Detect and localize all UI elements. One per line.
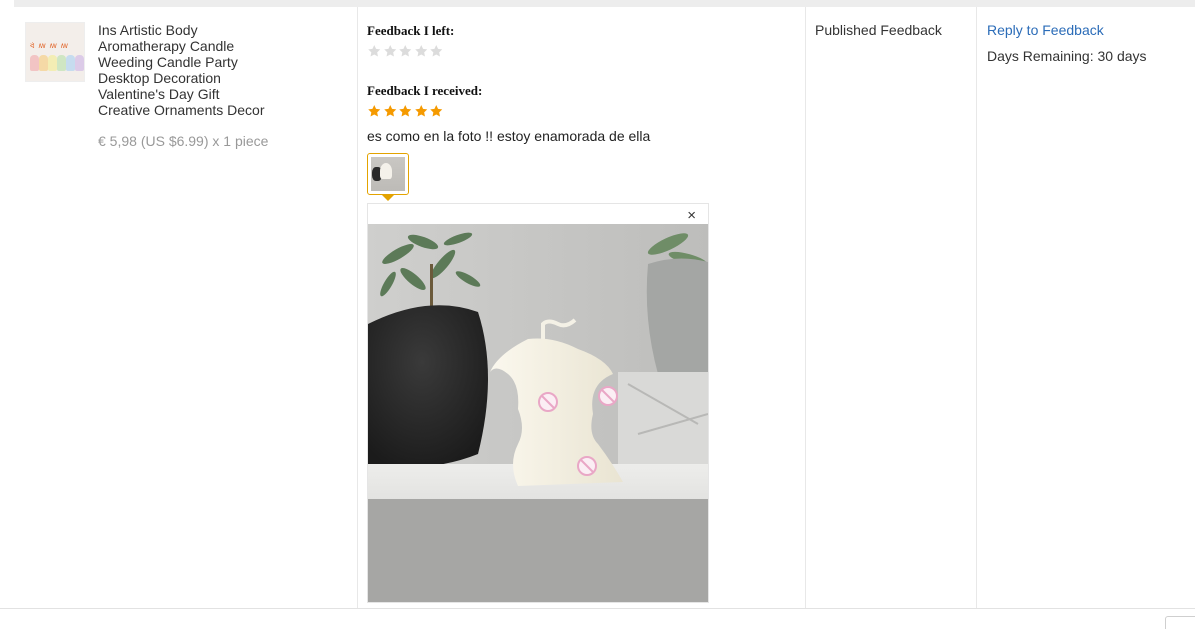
star-filled-icon	[398, 104, 413, 118]
customer-photo-image	[368, 224, 708, 602]
reply-to-feedback-link[interactable]: Reply to Feedback	[987, 22, 1104, 38]
feedback-received-rating	[367, 104, 444, 118]
feedback-left-rating	[367, 44, 444, 58]
feedback-order-row: ᐛ ꟿ ꟿ ꟿ Ins Artistic Body Aromatherapy C…	[0, 7, 1195, 608]
product-title-line: Creative Ornaments Decor	[98, 102, 265, 118]
close-icon[interactable]: ×	[687, 208, 696, 224]
product-title-line: Weeding Candle Party	[98, 54, 238, 70]
feedback-left-label: Feedback I left:	[367, 23, 455, 38]
feedback-status: Published Feedback	[815, 22, 942, 38]
column-divider	[976, 7, 977, 608]
star-empty-icon	[429, 44, 444, 58]
star-empty-icon	[414, 44, 429, 58]
product-thumbnail[interactable]: ᐛ ꟿ ꟿ ꟿ	[25, 22, 85, 82]
selected-thumbnail-pointer	[381, 194, 395, 201]
days-remaining: Days Remaining: 30 days	[987, 48, 1147, 64]
star-empty-icon	[367, 44, 382, 58]
feedback-comment: es como en la foto !! estoy enamorada de…	[367, 128, 651, 144]
feedback-photo-thumbnail[interactable]	[367, 153, 409, 195]
product-title-line: Valentine's Day Gift	[98, 86, 220, 102]
row-bottom-border	[0, 608, 1195, 609]
product-price: € 5,98 (US $6.99) x 1 piece	[98, 133, 269, 149]
product-title-line: Aromatherapy Candle	[98, 38, 235, 54]
column-divider	[805, 7, 806, 608]
thumbnail-watermark: ᐛ ꟿ ꟿ ꟿ	[30, 43, 69, 50]
photo-preview-popup: ×	[367, 203, 709, 603]
column-divider	[357, 7, 358, 608]
star-filled-icon	[383, 104, 398, 118]
product-title[interactable]: Ins Artistic Body Aromatherapy Candle We…	[98, 22, 338, 118]
star-empty-icon	[383, 44, 398, 58]
star-filled-icon	[429, 104, 444, 118]
top-divider-strip	[14, 0, 1195, 7]
star-empty-icon	[398, 44, 413, 58]
star-filled-icon	[367, 104, 382, 118]
bottom-button[interactable]	[1165, 616, 1195, 629]
product-title-line: Desktop Decoration	[98, 70, 221, 86]
photo-thumbnail-image	[371, 157, 405, 191]
star-filled-icon	[414, 104, 429, 118]
feedback-received-label: Feedback I received:	[367, 83, 483, 98]
product-title-line: Ins Artistic Body	[98, 22, 198, 38]
